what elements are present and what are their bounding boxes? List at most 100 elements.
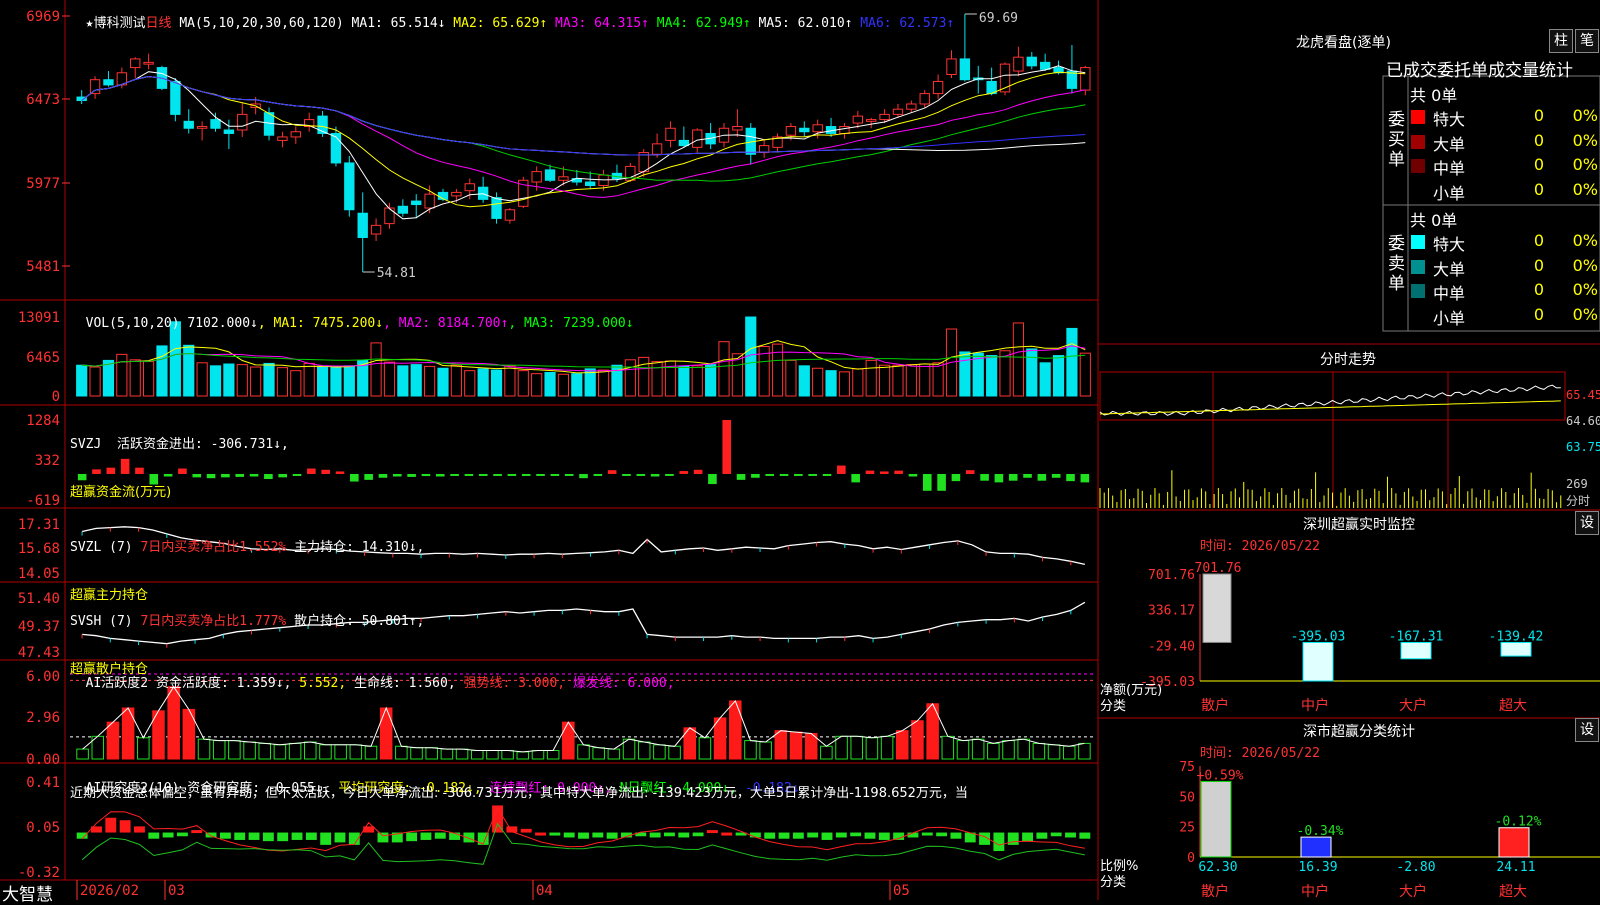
vol-y-tick: 0 <box>52 389 60 405</box>
research-bar <box>921 832 933 836</box>
fund-flow-bar <box>1080 473 1090 483</box>
volume-bar <box>838 371 851 397</box>
volume-bar <box>1039 362 1051 397</box>
activity-bar <box>288 742 302 760</box>
stats-bar <box>1200 780 1232 858</box>
period-label[interactable]: 日线 <box>146 16 172 31</box>
volume-bar <box>397 365 409 397</box>
monitor-bar-label: -395.03 <box>1291 629 1346 644</box>
research-bar <box>463 832 475 843</box>
candle-body <box>411 200 422 206</box>
fund-flow-bar <box>650 473 660 477</box>
ai-research-y-tick: -0.32 <box>18 865 60 881</box>
svsh-y-tick: 51.40 <box>18 591 60 607</box>
stock-name: 博科测试 <box>93 16 146 31</box>
stats-value-label: 62.30 <box>1198 860 1237 875</box>
activity-bar <box>486 750 499 760</box>
fund-flow-bar <box>908 473 918 477</box>
main-y-tick: 6473 <box>26 92 60 108</box>
date-tick: 05 <box>893 883 910 899</box>
fund-flow-bar <box>407 473 416 477</box>
fund-flow-bar <box>307 468 316 474</box>
research-line-red <box>81 806 1085 852</box>
sz-stats-settings-button[interactable]: 设 <box>1575 718 1599 742</box>
ma-params: MA(5,10,20,30,60,120) <box>179 16 344 31</box>
activity-bar <box>273 744 287 760</box>
svsh-y-tick: 49.37 <box>18 619 60 635</box>
research-bar <box>778 832 790 839</box>
svsh-title: SVSH (7) <box>70 614 133 629</box>
vol-ma-3: , MA3: 7239.000↓ <box>508 316 634 331</box>
column-view-button[interactable]: 柱 <box>1549 29 1573 53</box>
intraday-y-tick: 65.45 <box>1566 388 1600 402</box>
fund-flow-bar <box>779 473 789 476</box>
volume-bar <box>209 365 222 397</box>
activity-bar <box>1002 740 1015 760</box>
volume-bar <box>986 355 998 397</box>
research-bar <box>334 832 346 843</box>
buy-row-value: 0 <box>1533 130 1544 150</box>
date-tick: 2026/02 <box>80 883 139 899</box>
candle-body <box>464 183 475 192</box>
tick-view-button[interactable]: 笔 <box>1575 29 1599 53</box>
buy-row-name: 小单 <box>1433 183 1466 203</box>
candle-body <box>89 79 101 95</box>
activity-bar <box>971 738 985 760</box>
high-label: 69.69 <box>979 11 1018 26</box>
candle-body <box>651 143 663 155</box>
fund-flow-bar <box>564 473 574 476</box>
research-bar <box>606 832 618 839</box>
candle-body <box>357 212 368 238</box>
sell-row-value: 0 <box>1533 231 1544 250</box>
volume-bar <box>330 366 342 397</box>
ma-value-1: MA1: 65.514↓ <box>351 16 454 31</box>
sz-stats-title: 深市超赢分类统计 <box>1303 724 1415 740</box>
svsh-ratio: 7日内买卖净占比1.777% <box>140 614 287 629</box>
fund-flow-bar <box>622 473 631 476</box>
activity-bar <box>835 735 848 760</box>
ma-value-2: MA2: 65.629↑ <box>453 16 556 31</box>
fund-flow-bar <box>579 473 588 479</box>
fund-flow-bar <box>894 470 903 474</box>
vol-title: VOL(5,10,20) <box>85 316 180 331</box>
volume-bar <box>544 371 556 397</box>
lhb-title: 龙虎看盘(逐单) <box>1296 35 1391 51</box>
research-bar <box>406 832 418 842</box>
volume-bar <box>290 370 302 397</box>
volume-bar <box>276 367 288 397</box>
volume-bar <box>196 362 208 397</box>
fund-flow-bar <box>335 471 345 474</box>
research-bar <box>549 832 561 836</box>
volume-bar <box>972 352 984 397</box>
activity-bar <box>789 731 803 760</box>
activity-bar <box>607 748 621 760</box>
buy-row-pct: 0% <box>1572 179 1598 199</box>
sz-monitor-settings-button[interactable]: 设 <box>1575 511 1599 535</box>
buy-row-name: 大单 <box>1433 134 1466 154</box>
volume-bar <box>597 369 610 397</box>
candle-body <box>143 61 154 65</box>
volume-bar <box>437 367 449 397</box>
activity-bar <box>713 717 727 760</box>
activity-bar <box>1032 742 1046 760</box>
fund-flow-bar <box>951 473 961 482</box>
activity-bar <box>197 738 211 760</box>
volume-bar <box>865 359 877 397</box>
activity-bar <box>258 742 272 760</box>
ai-research-y-tick: 0.05 <box>26 820 60 836</box>
candle-body <box>544 169 556 181</box>
stats-y-label: 比例% <box>1100 859 1138 874</box>
stats-pct-label: +0.59% <box>1197 768 1244 783</box>
svzl-y-tick: 14.05 <box>18 566 60 582</box>
research-bar <box>692 832 704 837</box>
volume-bar <box>143 361 155 397</box>
svzj-y-tick: -619 <box>26 493 60 509</box>
research-bar <box>878 832 890 840</box>
activity-bar <box>243 741 256 760</box>
ma-value-4: MA4: 62.949↑ <box>656 16 759 31</box>
research-bar <box>535 832 546 836</box>
stats-category: 散户 <box>1201 883 1229 900</box>
buy-row-value: 0 <box>1533 155 1544 174</box>
candle-body <box>959 58 971 81</box>
volume-bar <box>638 356 650 397</box>
